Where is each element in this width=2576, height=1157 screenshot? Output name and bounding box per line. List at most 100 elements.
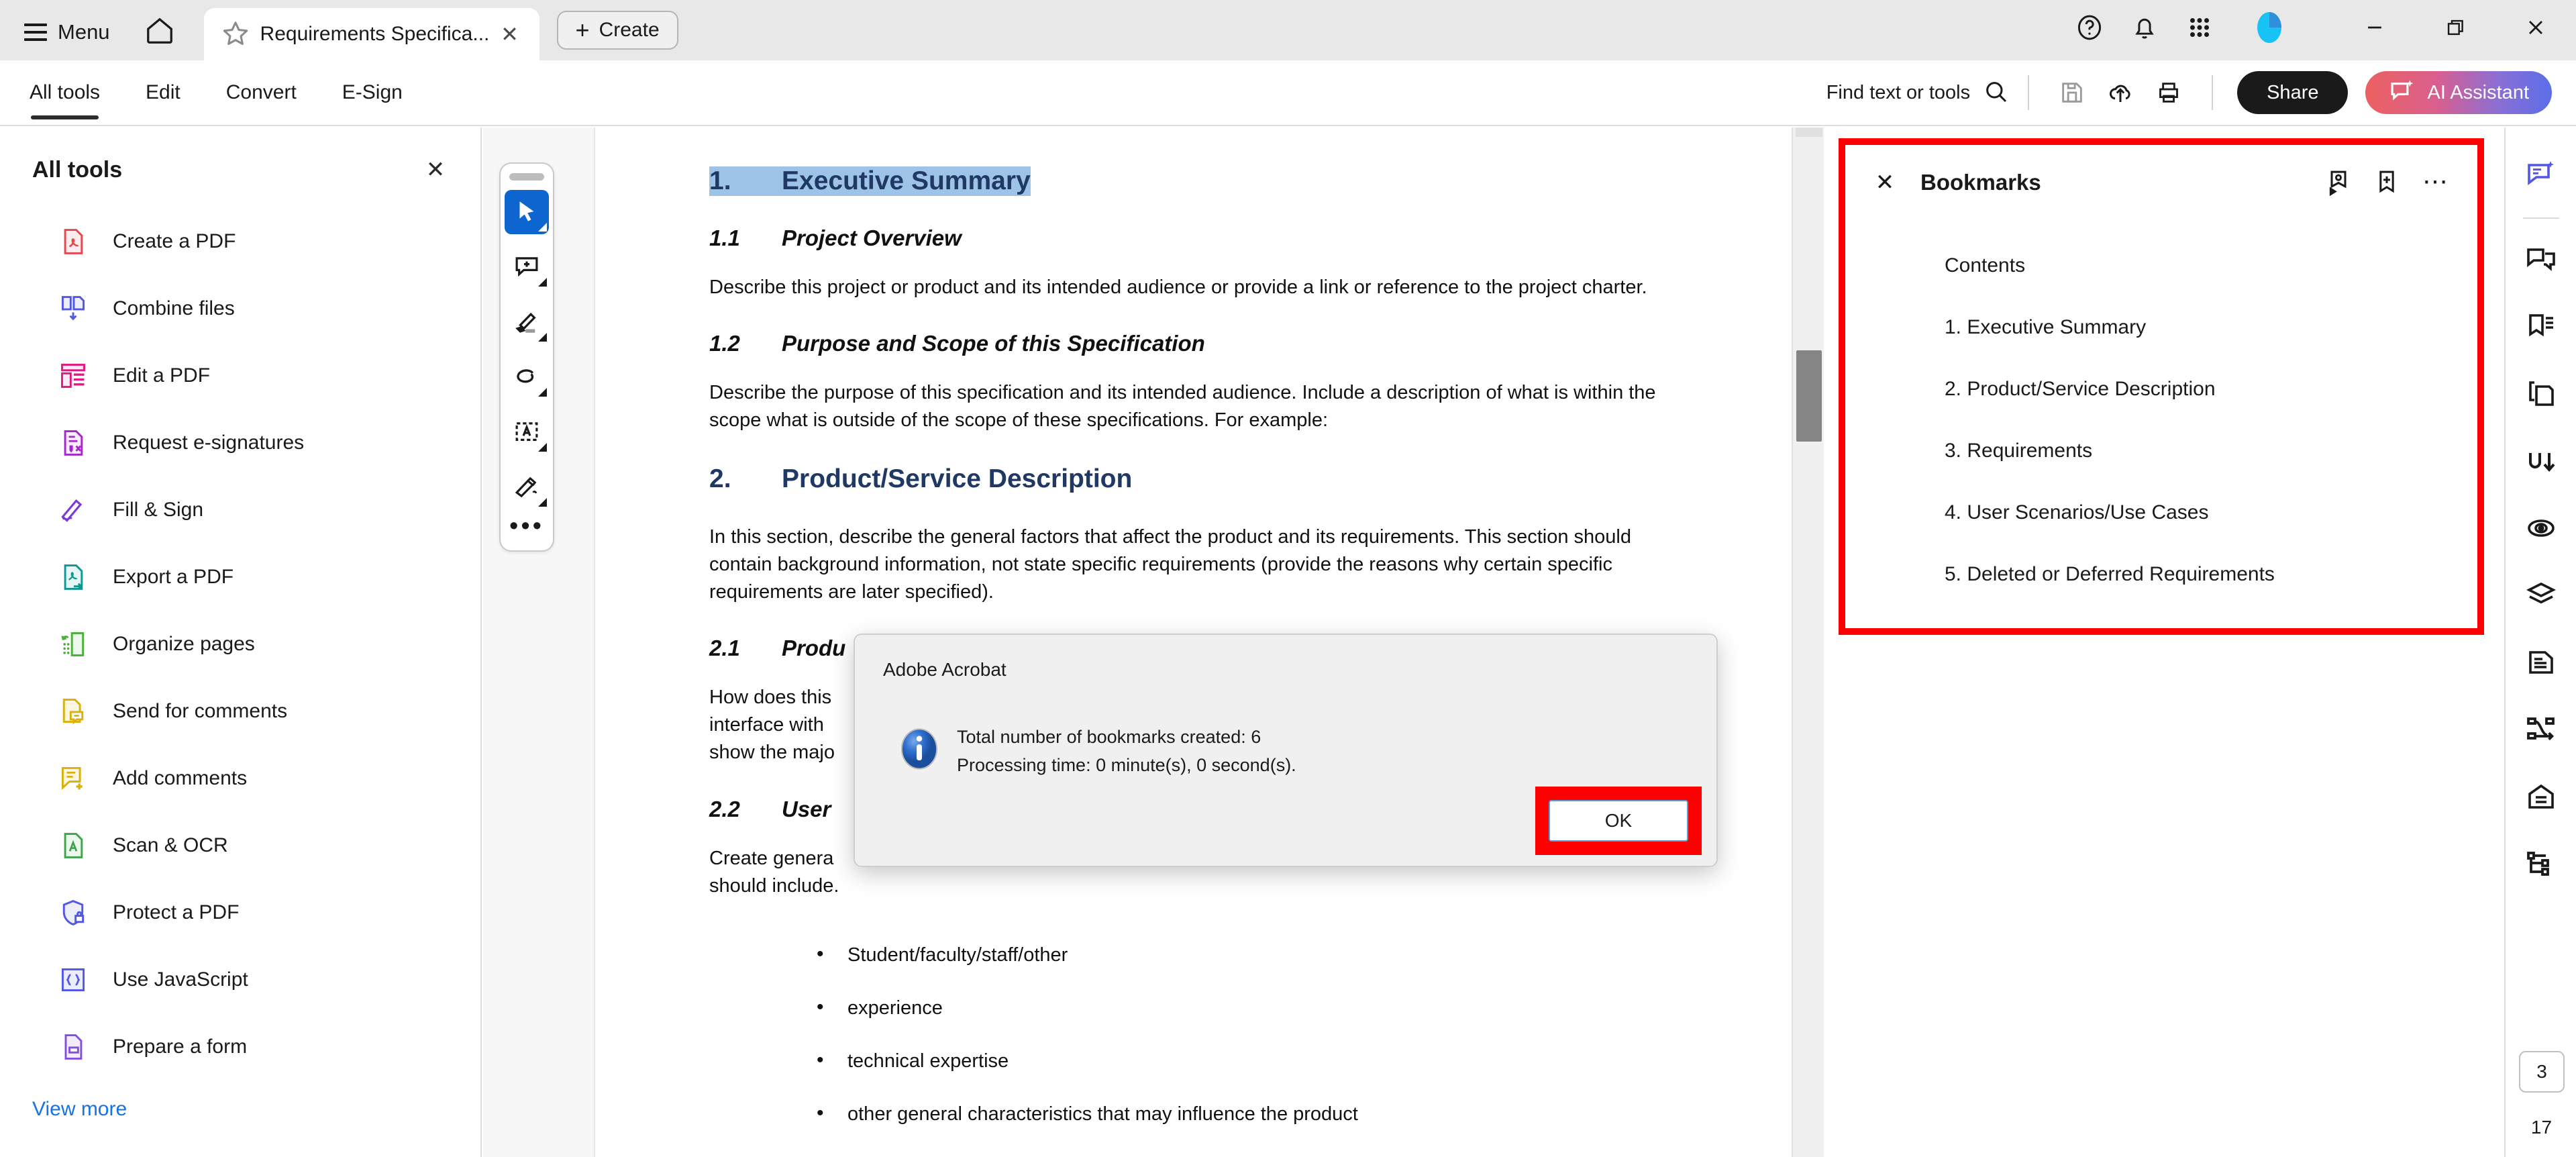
tags-icon[interactable] bbox=[2515, 770, 2567, 823]
structure-tree-icon[interactable] bbox=[2515, 838, 2567, 890]
add-comment-icon[interactable] bbox=[505, 245, 549, 289]
undo-redo-icon[interactable] bbox=[2515, 435, 2567, 487]
create-button[interactable]: + Create bbox=[556, 11, 678, 50]
signature-pen-icon[interactable] bbox=[505, 465, 549, 509]
sidebar-item-scan-and-ocr[interactable]: Scan & OCR bbox=[0, 812, 480, 879]
ai-assistant-button[interactable]: AI Assistant bbox=[2365, 71, 2552, 114]
bookmark-item-executive-summary[interactable]: 1. Executive Summary bbox=[1845, 297, 2477, 358]
star-icon[interactable] bbox=[220, 19, 251, 50]
hamburger-icon bbox=[24, 23, 47, 41]
bookmark-item-deleted-deferred-requirements[interactable]: 5. Deleted or Deferred Requirements bbox=[1845, 544, 2477, 605]
sidebar-item-use-javascript[interactable]: Use JavaScript bbox=[0, 946, 480, 1013]
heading-text: Produ bbox=[782, 636, 846, 661]
sidebar-item-request-e-signatures[interactable]: Request e-signatures bbox=[0, 409, 480, 476]
list-item: Student/faculty/staff/other bbox=[817, 943, 1657, 966]
save-icon[interactable] bbox=[2048, 72, 2096, 113]
ok-button[interactable]: OK bbox=[1549, 800, 1688, 842]
drag-handle[interactable] bbox=[509, 173, 544, 181]
adobe-acrobat-dialog: Adobe Acrobat Total number of bookmarks … bbox=[854, 634, 1718, 867]
sidebar-item-label: Protect a PDF bbox=[113, 901, 240, 923]
more-options-icon[interactable]: ⋯ bbox=[2413, 169, 2460, 195]
floating-annotation-toolbar: ••• bbox=[499, 162, 554, 552]
list-item: other general characteristics that may i… bbox=[817, 1102, 1657, 1125]
find-text-or-tools[interactable]: Find text or tools bbox=[1826, 78, 2009, 108]
document-tab[interactable]: Requirements Specifica... ✕ bbox=[203, 8, 539, 60]
heading-number: 1. bbox=[709, 166, 782, 196]
add-comments-icon bbox=[56, 762, 90, 795]
restore-icon[interactable] bbox=[2415, 5, 2495, 50]
tab-convert-label: Convert bbox=[225, 81, 297, 103]
sidebar-item-organize-pages[interactable]: Organize pages bbox=[0, 611, 480, 678]
bell-icon[interactable] bbox=[2117, 7, 2172, 48]
scrollbar-thumb[interactable] bbox=[1796, 350, 1822, 442]
share-button[interactable]: Share bbox=[2237, 71, 2349, 114]
add-bookmark-icon[interactable] bbox=[2365, 162, 2409, 203]
find-bookmark-icon[interactable] bbox=[2316, 162, 2361, 203]
tab-esign[interactable]: E-Sign bbox=[319, 60, 425, 125]
tab-all-tools[interactable]: All tools bbox=[7, 60, 123, 125]
window-close-icon[interactable] bbox=[2495, 5, 2576, 50]
request-signature-icon bbox=[56, 426, 90, 460]
select-cursor-icon[interactable] bbox=[505, 190, 549, 234]
bookmark-item-contents[interactable]: Contents bbox=[1845, 235, 2477, 297]
sidebar-item-label: Export a PDF bbox=[113, 566, 234, 588]
tab-convert[interactable]: Convert bbox=[203, 60, 319, 125]
heading-text: Executive Summary bbox=[782, 166, 1031, 196]
heading-text: User bbox=[782, 796, 831, 821]
comments-icon[interactable] bbox=[2515, 234, 2567, 286]
apps-grid-icon[interactable] bbox=[2172, 7, 2227, 48]
tab-edit[interactable]: Edit bbox=[123, 60, 203, 125]
draw-ellipse-icon[interactable] bbox=[505, 355, 549, 399]
edit-pdf-icon bbox=[56, 359, 90, 393]
sidebar-item-protect-a-pdf[interactable]: Protect a PDF bbox=[0, 879, 480, 946]
text-box-icon[interactable] bbox=[505, 410, 549, 454]
sidebar-item-send-for-comments[interactable]: Send for comments bbox=[0, 678, 480, 745]
ai-assistant-icon[interactable] bbox=[2515, 148, 2567, 200]
sidebar-item-add-comments[interactable]: Add comments bbox=[0, 745, 480, 812]
info-icon bbox=[896, 726, 942, 772]
bookmarks-side-panel: ✕ Bookmarks ⋯ Contents 1. Executive Summ… bbox=[1825, 128, 2503, 1157]
dialog-message: Total number of bookmarks created: 6 Pro… bbox=[957, 723, 1296, 780]
sidebar-item-edit-a-pdf[interactable]: Edit a PDF bbox=[0, 342, 480, 409]
bookmarks-close-icon[interactable]: ✕ bbox=[1865, 163, 1904, 202]
current-page-field[interactable]: 3 bbox=[2519, 1051, 2565, 1093]
bookmarks-icon[interactable] bbox=[2515, 301, 2567, 353]
sidebar-item-export-a-pdf[interactable]: Export a PDF bbox=[0, 544, 480, 611]
sidebar-item-fill-and-sign[interactable]: Fill & Sign bbox=[0, 476, 480, 544]
view-more-link[interactable]: View more bbox=[0, 1080, 480, 1121]
create-pdf-icon bbox=[56, 225, 90, 258]
bookmarks-title: Bookmarks bbox=[1920, 170, 2041, 195]
tab-close-icon[interactable]: ✕ bbox=[497, 21, 523, 48]
avatar[interactable] bbox=[2242, 7, 2297, 48]
help-icon[interactable] bbox=[2062, 7, 2117, 48]
list-item: technical expertise bbox=[817, 1049, 1657, 1072]
bookmark-item-product-service-description[interactable]: 2. Product/Service Description bbox=[1845, 358, 2477, 420]
heading-number: 1.1 bbox=[709, 225, 740, 250]
menu-button[interactable]: Menu bbox=[24, 20, 110, 44]
prepare-form-icon bbox=[56, 1030, 90, 1064]
bookmarks-header: ✕ Bookmarks ⋯ bbox=[1845, 145, 2477, 220]
home-icon[interactable] bbox=[140, 13, 180, 48]
ai-assistant-label: AI Assistant bbox=[2427, 81, 2529, 103]
sidebar-item-create-a-pdf[interactable]: Create a PDF bbox=[0, 208, 480, 275]
document-scrollbar[interactable] bbox=[1792, 128, 1824, 1157]
sidebar-close-icon[interactable]: ✕ bbox=[417, 152, 454, 188]
accessibility-eye-icon[interactable] bbox=[2515, 502, 2567, 554]
more-tools-icon[interactable]: ••• bbox=[509, 513, 544, 539]
layers-icon[interactable] bbox=[2515, 569, 2567, 621]
content-icon[interactable] bbox=[2515, 636, 2567, 689]
sidebar-item-combine-files[interactable]: Combine files bbox=[0, 275, 480, 342]
sidebar-item-label: Organize pages bbox=[113, 633, 255, 655]
bookmark-item-user-scenarios[interactable]: 4. User Scenarios/Use Cases bbox=[1845, 482, 2477, 544]
sidebar-item-prepare-a-form[interactable]: Prepare a form bbox=[0, 1013, 480, 1080]
pages-thumbnail-icon[interactable] bbox=[2515, 368, 2567, 420]
bookmark-item-requirements[interactable]: 3. Requirements bbox=[1845, 420, 2477, 482]
minimize-icon[interactable] bbox=[2334, 5, 2415, 50]
workflow-icon[interactable] bbox=[2515, 703, 2567, 756]
highlight-icon[interactable] bbox=[505, 300, 549, 344]
heading-text: Product/Service Description bbox=[782, 464, 1133, 493]
scan-ocr-icon bbox=[56, 829, 90, 862]
print-icon[interactable] bbox=[2145, 72, 2193, 113]
ai-assistant-icon bbox=[2388, 77, 2416, 109]
cloud-upload-icon[interactable] bbox=[2096, 72, 2145, 113]
